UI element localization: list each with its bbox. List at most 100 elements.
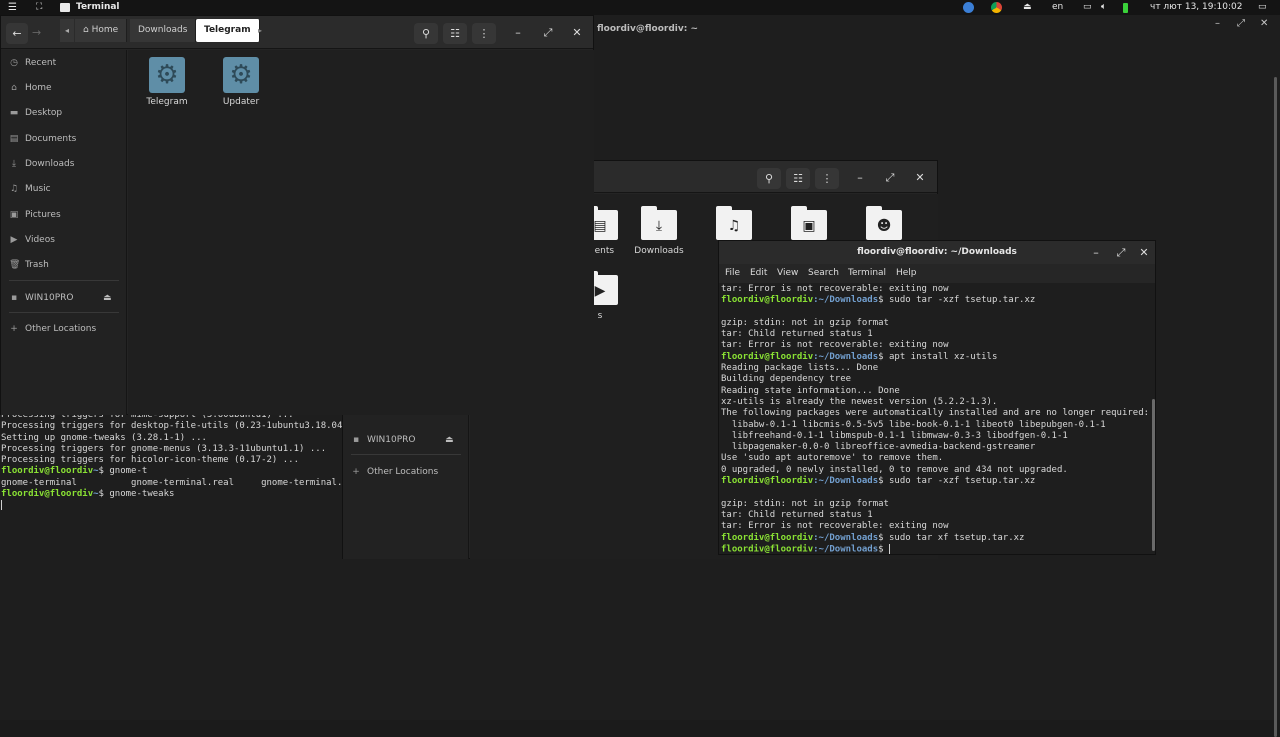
desktop-icon: ▬ bbox=[9, 108, 19, 118]
menu-help[interactable]: Help bbox=[896, 268, 917, 278]
menu-view[interactable]: View bbox=[777, 268, 798, 278]
sidebar-item-other-locations[interactable]: + Other Locations bbox=[351, 464, 438, 480]
folder-downloads[interactable]: ⤓ Downloads bbox=[624, 204, 694, 256]
view-button[interactable]: ☷ bbox=[786, 168, 810, 189]
search-icon: ⚲ bbox=[764, 172, 774, 185]
minimize-icon[interactable]: – bbox=[1215, 18, 1220, 29]
sidebar-item-desktop[interactable]: ▬ Desktop bbox=[9, 105, 62, 121]
divider bbox=[9, 280, 119, 281]
folder-label: Downloads bbox=[634, 246, 684, 256]
maximize-button[interactable]: ⤢ bbox=[1112, 244, 1130, 262]
command-text: $ bbox=[878, 544, 889, 555]
minimize-button[interactable]: – bbox=[1087, 244, 1105, 262]
search-button[interactable]: ⚲ bbox=[414, 23, 438, 44]
terminal-line: floordiv@floordiv~$ gnome-t bbox=[1, 466, 348, 477]
prompt-path: :~/Downloads bbox=[813, 351, 879, 362]
gear-icon: ⚙ bbox=[149, 57, 185, 93]
chrome-tray-icon[interactable] bbox=[991, 2, 1002, 13]
terminal-line: floordiv@floordiv:~/Downloads$ apt insta… bbox=[721, 352, 1149, 363]
search-icon: ⚲ bbox=[421, 27, 431, 40]
terminal-line: floordiv@floordiv:~/Downloads$ sudo tar … bbox=[721, 476, 1149, 487]
menu-edit[interactable]: Edit bbox=[750, 268, 767, 278]
menu-file[interactable]: File bbox=[725, 268, 740, 278]
scrollbar[interactable] bbox=[1274, 77, 1277, 737]
menu-icon[interactable]: ☰ bbox=[8, 0, 17, 15]
search-button[interactable]: ⚲ bbox=[757, 168, 781, 189]
sidebar-item-downloads[interactable]: ⤓ Downloads bbox=[9, 156, 74, 172]
menu-button[interactable]: ⋮ bbox=[815, 168, 839, 189]
close-icon[interactable]: ✕ bbox=[1260, 18, 1268, 29]
app-name[interactable]: Terminal bbox=[76, 0, 120, 15]
top-bar: ☰ ⛶ Terminal ⏏ en ▭ 🔈︎ чт лют 13, 19:10:… bbox=[0, 0, 1280, 15]
terminal-line: The following packages were automaticall… bbox=[721, 408, 1150, 419]
breadcrumb-home[interactable]: ⌂ Home bbox=[75, 19, 128, 42]
sidebar-item-trash[interactable]: 🗑︎ Trash bbox=[9, 257, 49, 273]
sidebar-item-device[interactable]: ▪ WIN10PRO ⏏ bbox=[351, 432, 454, 448]
eject-icon[interactable]: ⏏ bbox=[445, 432, 454, 448]
eject-icon[interactable]: ⏏ bbox=[1023, 0, 1032, 15]
files-window[interactable]: ← → ◂ ⌂ Home Downloads Telegram ▸ ⚲ ☷ ⋮ … bbox=[0, 15, 594, 415]
prompt-user: floordiv@floordiv bbox=[721, 532, 814, 543]
sidebar-item-other-locations[interactable]: + Other Locations bbox=[9, 321, 96, 337]
sidebar-item-device[interactable]: ▪ WIN10PRO ⏏ bbox=[9, 290, 112, 306]
terminal-output: Processing triggers for mime-support (3.… bbox=[1, 410, 348, 512]
gear-icon: ⚙ bbox=[223, 57, 259, 93]
view-button[interactable]: ☷ bbox=[443, 23, 467, 44]
display-icon[interactable]: ▭ bbox=[1083, 0, 1092, 15]
prompt-path: :~/Downloads bbox=[813, 532, 879, 543]
menu-button[interactable]: ⋮ bbox=[472, 23, 496, 44]
back-button[interactable]: ← bbox=[6, 23, 28, 44]
terminal-app-icon bbox=[60, 3, 70, 12]
sidebar-item-videos[interactable]: ▶ Videos bbox=[9, 232, 55, 248]
prompt-path: :~/Downloads bbox=[813, 544, 879, 555]
breadcrumb-downloads[interactable]: Downloads bbox=[130, 19, 197, 42]
eject-icon[interactable]: ⏏ bbox=[103, 290, 112, 306]
sidebar: ◷ Recent ⌂ Home ▬ Desktop ▤ Documents ⤓ Downl… bbox=[1, 50, 127, 415]
minimize-button[interactable]: – bbox=[509, 24, 527, 42]
close-button[interactable]: ✕ bbox=[568, 24, 586, 42]
close-button[interactable]: ✕ bbox=[911, 169, 929, 187]
sidebar-item-documents[interactable]: ▤ Documents bbox=[9, 131, 77, 147]
sidebar-item-music[interactable]: ♫ Music bbox=[9, 181, 51, 197]
menu-terminal[interactable]: Terminal bbox=[848, 268, 886, 278]
sidebar-item-recent[interactable]: ◷ Recent bbox=[9, 55, 56, 71]
scroll-right-icon[interactable]: ▸ bbox=[258, 19, 268, 42]
terminal-line: libfreehand-0.1-1 libmspub-0.1-1 libmwaw… bbox=[721, 430, 1068, 441]
restore-icon[interactable]: ⤢ bbox=[1237, 18, 1245, 29]
pictures-folder-icon: ▣ bbox=[791, 204, 827, 240]
prompt-user: floordiv@floordiv bbox=[1, 466, 94, 477]
maximize-button[interactable]: ⤢ bbox=[539, 24, 557, 42]
breadcrumb-telegram[interactable]: Telegram bbox=[196, 19, 260, 42]
minimize-button[interactable]: – bbox=[851, 169, 869, 187]
close-button[interactable]: ✕ bbox=[1135, 244, 1153, 262]
file-telegram[interactable]: ⚙ Telegram bbox=[132, 57, 202, 107]
chat-icon[interactable]: ▭ bbox=[1258, 0, 1267, 15]
battery-icon[interactable] bbox=[1123, 3, 1128, 13]
telegram-tray-icon[interactable] bbox=[963, 2, 974, 13]
text-cursor bbox=[889, 543, 890, 554]
scroll-left-icon[interactable]: ◂ bbox=[60, 19, 74, 42]
terminal-window[interactable]: floordiv@floordiv: ~/Downloads – ⤢ ✕ Fil… bbox=[718, 240, 1156, 555]
terminal-output: tar: Error is not recoverable: exiting n… bbox=[721, 284, 1149, 556]
sidebar-item-home[interactable]: ⌂ Home bbox=[9, 80, 51, 96]
drive-icon: ▪ bbox=[352, 435, 360, 445]
divider bbox=[9, 312, 119, 313]
forward-button[interactable]: → bbox=[32, 26, 41, 39]
file-updater[interactable]: ⚙ Updater bbox=[206, 57, 276, 107]
scrollbar[interactable] bbox=[1152, 399, 1155, 551]
more-vertical-icon: ⋮ bbox=[478, 27, 490, 40]
maximize-button[interactable]: ⤢ bbox=[881, 169, 899, 187]
clock[interactable]: чт лют 13, 19:10:02 bbox=[1150, 0, 1242, 15]
video-icon: ▶ bbox=[10, 235, 18, 245]
command-text: $ sudo tar xf tsetup.tar.xz bbox=[878, 532, 1025, 543]
menu-search[interactable]: Search bbox=[808, 268, 839, 278]
list-view-icon: ☷ bbox=[793, 172, 803, 185]
more-vertical-icon: ⋮ bbox=[821, 172, 833, 185]
sidebar-item-pictures[interactable]: ▣ Pictures bbox=[9, 207, 61, 223]
fullscreen-icon[interactable]: ⛶ bbox=[36, 0, 42, 15]
volume-icon[interactable]: 🔈︎ bbox=[1101, 0, 1106, 15]
language-indicator[interactable]: en bbox=[1052, 0, 1063, 15]
folder-label: s bbox=[597, 311, 603, 321]
